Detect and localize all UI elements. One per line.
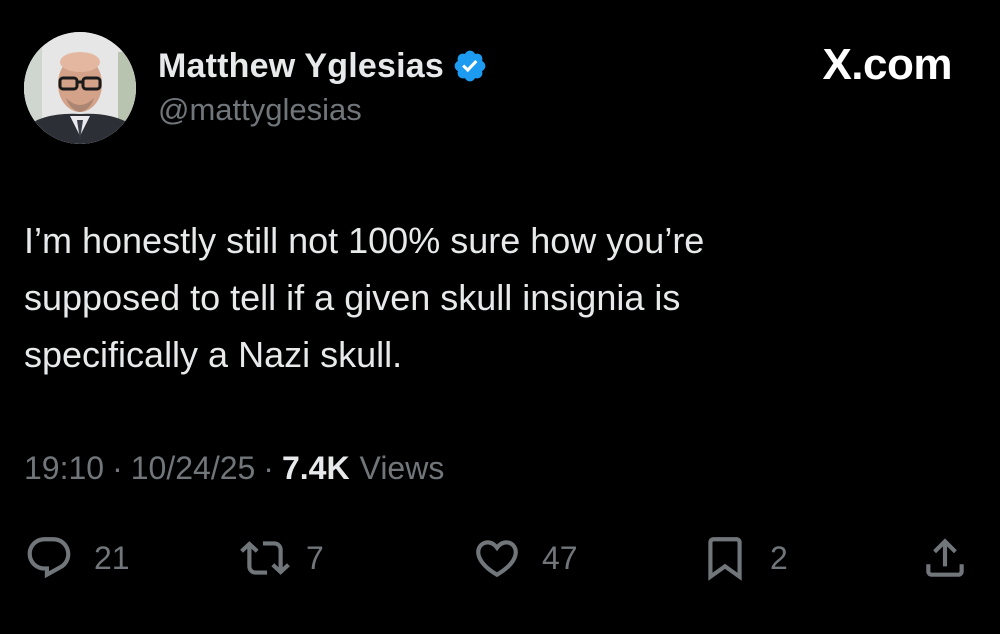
author-display-name[interactable]: Matthew Yglesias xyxy=(158,47,444,86)
meta-separator: · xyxy=(263,450,274,486)
verified-badge-icon[interactable] xyxy=(452,48,488,84)
reply-count: 21 xyxy=(94,539,130,576)
like-button[interactable]: 47 xyxy=(472,530,578,586)
bookmark-button[interactable]: 2 xyxy=(700,530,788,586)
tweet-text-line: supposed to tell if a given skull insign… xyxy=(24,277,681,318)
share-icon xyxy=(926,538,964,577)
tweet-text: I’m honestly still not 100% sure how you… xyxy=(24,212,924,383)
name-row: Matthew Yglesias xyxy=(158,44,488,88)
tweet-time[interactable]: 19:10 xyxy=(24,450,104,487)
author-info: Matthew Yglesias @mattyglesias xyxy=(158,44,488,128)
tweet-meta: 19:10 · 10/24/25 · 7.4K Views xyxy=(24,450,444,487)
repost-icon xyxy=(240,541,290,575)
views-label: Views xyxy=(359,450,445,486)
repost-button[interactable]: 7 xyxy=(240,530,324,586)
tweet-date[interactable]: 10/24/25 xyxy=(131,450,256,487)
site-logo: X.com xyxy=(822,40,952,89)
share-button[interactable] xyxy=(920,530,970,586)
like-count: 47 xyxy=(542,539,578,576)
bookmark-icon xyxy=(708,537,742,581)
author-handle[interactable]: @mattyglesias xyxy=(158,92,488,128)
tweet-text-line: specifically a Nazi skull. xyxy=(24,334,403,375)
tweet-text-line: I’m honestly still not 100% sure how you… xyxy=(24,220,705,261)
meta-separator: · xyxy=(112,450,123,486)
reply-icon xyxy=(27,537,71,579)
bookmark-count: 2 xyxy=(770,539,788,576)
reply-button[interactable]: 21 xyxy=(24,530,130,586)
tweet-card: Matthew Yglesias @mattyglesias X.com I’m… xyxy=(0,0,1000,634)
avatar-image xyxy=(24,32,136,144)
avatar[interactable] xyxy=(24,32,136,144)
repost-count: 7 xyxy=(306,539,324,576)
heart-icon xyxy=(476,540,518,578)
action-bar: 21 7 47 2 xyxy=(24,530,972,586)
views-count: 7.4K xyxy=(281,450,350,486)
